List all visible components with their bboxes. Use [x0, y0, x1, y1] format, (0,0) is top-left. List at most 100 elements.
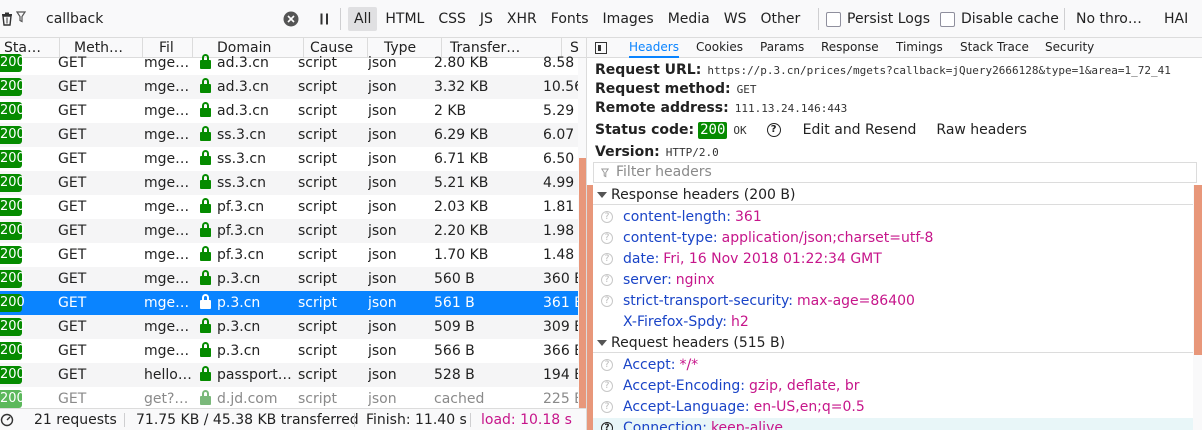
request-row[interactable]: 200 GET get?… d.jd.com script json cached 225 B: [0, 387, 580, 408]
tab-timings[interactable]: Timings: [896, 38, 943, 58]
type-filter-all[interactable]: All: [348, 7, 378, 31]
tab-params[interactable]: Params: [760, 38, 804, 58]
clear-filter-button[interactable]: [282, 0, 300, 38]
help-circle-icon[interactable]: ?: [601, 253, 613, 265]
toolbar-separator: [1064, 8, 1065, 30]
header-row[interactable]: ? Accept: */*: [593, 355, 1193, 376]
cell-domain: p.3.cn: [217, 295, 261, 311]
headers-scrollbar[interactable]: [1193, 185, 1202, 430]
type-filter-html[interactable]: HTML: [379, 7, 430, 31]
type-filter-css[interactable]: CSS: [432, 7, 472, 31]
har-menu-button[interactable]: HAI: [1164, 0, 1188, 38]
performance-icon[interactable]: [0, 412, 14, 428]
filter-headers-input[interactable]: Filter headers: [593, 162, 1197, 183]
header-value: en-US,en;q=0.5: [753, 399, 865, 415]
cell-cause: script: [298, 343, 338, 359]
help-circle-icon[interactable]: ?: [601, 295, 613, 307]
header-row[interactable]: ? Connection: keep-alive: [593, 418, 1193, 430]
request-row[interactable]: 200 GET mge… pf.3.cn script json 2.20 KB 1.98 K: [0, 219, 580, 243]
header-value: */*: [679, 357, 699, 373]
tab-stack-trace[interactable]: Stack Trace: [960, 38, 1029, 58]
request-row[interactable]: 200 GET mge… p.3.cn script json 560 B 360 B: [0, 267, 580, 291]
status-badge: 200: [0, 198, 25, 216]
request-row[interactable]: 200 GET mge… pf.3.cn script json 2.03 KB 1.81 K: [0, 195, 580, 219]
filter-urls-input[interactable]: [16, 6, 306, 32]
persist-logs-checkbox[interactable]: [826, 11, 841, 27]
cell-transferred: 566 B: [434, 343, 475, 359]
header-row[interactable]: ? strict-transport-security: max-age=86400: [593, 291, 1193, 312]
status-badge: 200: [0, 366, 25, 384]
header-row[interactable]: ? content-length: 361: [593, 207, 1193, 228]
cell-file: mge…: [144, 103, 190, 119]
tab-response[interactable]: Response: [821, 38, 879, 58]
help-circle-icon[interactable]: ?: [601, 422, 613, 430]
type-filter-media[interactable]: Media: [662, 7, 716, 31]
request-row[interactable]: 200 GET mge… p.3.cn script json 561 B 361 B: [0, 291, 580, 315]
throttling-dropdown[interactable]: No thro…: [1076, 0, 1142, 38]
section-title: Request headers (515 B): [611, 335, 786, 351]
request-row[interactable]: 200 GET mge… ad.3.cn script json 2.80 KB 8.58 K: [0, 51, 580, 75]
header-row[interactable]: ? server: nginx: [593, 270, 1193, 291]
cell-method: GET: [58, 319, 87, 335]
request-row[interactable]: 200 GET mge… p.3.cn script json 566 B 366 B: [0, 339, 580, 363]
type-filter-images[interactable]: Images: [597, 7, 660, 31]
help-circle-icon[interactable]: ?: [601, 232, 613, 244]
raw-headers-toggle[interactable]: Raw headers: [936, 122, 1027, 138]
help-circle-icon[interactable]: ?: [601, 359, 613, 371]
cell-transferred: 6.29 KB: [434, 127, 489, 143]
request-row[interactable]: 200 GET mge… ad.3.cn script json 2 KB 5.29 K: [0, 99, 580, 123]
cell-file: mge…: [144, 199, 190, 215]
type-filter-ws[interactable]: WS: [718, 7, 753, 31]
help-circle-icon[interactable]: ?: [601, 316, 613, 328]
request-row[interactable]: 200 GET mge… pf.3.cn script json 1.70 KB 1.48 K: [0, 243, 580, 267]
header-row[interactable]: ? X-Firefox-Spdy:h2: [593, 312, 1193, 333]
request-row[interactable]: 200 GET hello… passport… script json 528 B 194 …: [0, 363, 580, 387]
request-row[interactable]: 200 GET mge… ss.3.cn script json 6.29 KB 6.07 K: [0, 123, 580, 147]
help-circle-icon[interactable]: ?: [601, 211, 613, 223]
disable-cache-checkbox[interactable]: [940, 11, 955, 27]
cell-file: mge…: [144, 319, 190, 335]
request-row[interactable]: 200 GET mge… p.3.cn script json 509 B 309 B: [0, 315, 580, 339]
request-headers-section-header[interactable]: Request headers (515 B): [593, 333, 1193, 353]
edit-and-resend-button[interactable]: Edit and Resend: [803, 122, 917, 138]
cell-method: GET: [58, 367, 87, 383]
help-circle-icon[interactable]: ?: [601, 401, 613, 413]
header-name: date:: [623, 251, 660, 267]
type-filter-other[interactable]: Other: [754, 7, 806, 31]
header-row[interactable]: ? Accept-Language: en-US,en;q=0.5: [593, 397, 1193, 418]
tab-headers[interactable]: Headers: [629, 38, 679, 58]
headers-scroll-thumb[interactable]: [1194, 185, 1202, 355]
cell-transferred: 5.21 KB: [434, 175, 489, 191]
type-filter-xhr[interactable]: XHR: [501, 7, 543, 31]
request-row[interactable]: 200 GET mge… ss.3.cn script json 6.71 KB 6.50 K: [0, 147, 580, 171]
request-row[interactable]: 200 GET mge… ad.3.cn script json 3.32 KB 10.56: [0, 75, 580, 99]
header-value: application/json;charset=utf-8: [721, 230, 934, 246]
clear-requests-button[interactable]: [0, 0, 14, 38]
request-list-scroll-thumb[interactable]: [579, 158, 586, 408]
tab-cookies[interactable]: Cookies: [696, 38, 743, 58]
type-filter-fonts[interactable]: Fonts: [545, 7, 595, 31]
help-circle-icon[interactable]: ?: [601, 380, 613, 392]
header-row[interactable]: ? Accept-Encoding: gzip, deflate, br: [593, 376, 1193, 397]
pause-recording-button[interactable]: [316, 0, 332, 38]
request-url-line: Request URL: https://p.3.cn/prices/mgets?…: [595, 60, 1171, 80]
type-filter-js[interactable]: JS: [474, 7, 499, 31]
header-row[interactable]: ? content-type: application/json;charset=u…: [593, 228, 1193, 249]
header-row[interactable]: ? date: Fri, 16 Nov 2018 01:22:34 GMT: [593, 249, 1193, 270]
help-circle-icon[interactable]: ?: [766, 123, 781, 137]
persist-logs-toggle[interactable]: Persist Logs: [826, 0, 930, 38]
request-row[interactable]: 200 GET mge… ss.3.cn script json 5.21 KB 4.99 K: [0, 171, 580, 195]
cell-transferred: cached: [434, 391, 485, 407]
cell-cause: script: [298, 271, 338, 287]
tab-security[interactable]: Security: [1045, 38, 1094, 58]
header-value: Fri, 16 Nov 2018 01:22:34 GMT: [663, 251, 882, 267]
version-value: HTTP/2.0: [665, 146, 719, 159]
request-list-scrollbar[interactable]: [578, 58, 586, 408]
disable-cache-toggle[interactable]: Disable cache: [940, 0, 1059, 38]
toggle-panel-icon[interactable]: [595, 42, 607, 54]
cell-file: mge…: [144, 127, 190, 143]
response-headers-section-header[interactable]: Response headers (200 B): [593, 185, 1193, 205]
help-circle-icon[interactable]: ?: [601, 274, 613, 286]
request-url-value[interactable]: https://p.3.cn/prices/mgets?callback=jQu…: [707, 64, 1171, 77]
cell-file: mge…: [144, 55, 190, 71]
